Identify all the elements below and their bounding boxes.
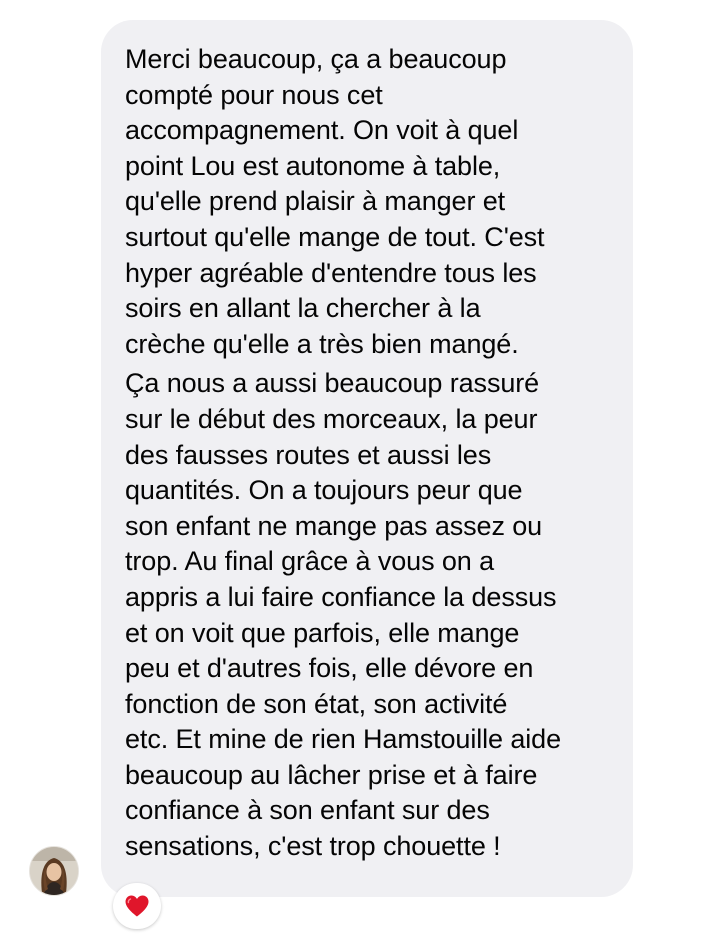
red-heart-icon [125, 895, 149, 917]
heart-reaction[interactable] [113, 883, 161, 929]
sender-avatar[interactable] [29, 846, 79, 896]
profile-photo-icon [30, 847, 78, 895]
message-paragraph-1: Merci beaucoup, ça a beaucoup compté pou… [125, 44, 545, 359]
message-bubble[interactable]: Merci beaucoup, ça a beaucoup compté pou… [101, 20, 633, 897]
message-paragraph-2: Ça nous a aussi beaucoup rassuré sur le … [125, 368, 562, 862]
